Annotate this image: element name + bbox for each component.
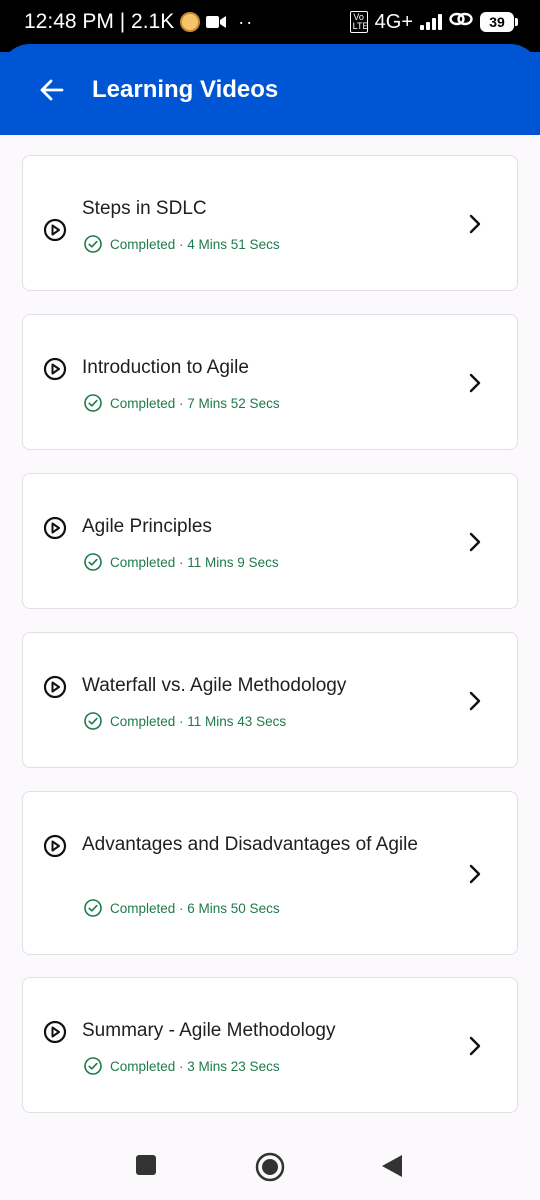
video-status: Completed · 11 Mins 43 Secs	[84, 712, 286, 730]
video-title: Waterfall vs. Agile Methodology	[82, 675, 347, 696]
video-status-text: Completed · 4 Mins 51 Secs	[110, 236, 280, 252]
play-circle-icon	[43, 357, 67, 381]
check-circle-icon	[84, 1057, 102, 1075]
chevron-right-icon	[469, 214, 481, 234]
check-circle-icon	[84, 235, 102, 253]
check-circle-icon	[84, 394, 102, 412]
triangle-back-icon	[382, 1155, 402, 1177]
video-status: Completed · 11 Mins 9 Secs	[84, 553, 279, 571]
video-status-text: Completed · 7 Mins 52 Secs	[110, 395, 280, 411]
check-circle-icon	[84, 712, 102, 730]
chevron-right-icon	[469, 691, 481, 711]
arrow-left-icon	[40, 79, 64, 101]
play-circle-icon	[43, 834, 67, 858]
video-title: Summary - Agile Methodology	[82, 1020, 336, 1041]
video-card[interactable]: Introduction to Agile Completed · 7 Mins…	[22, 314, 518, 450]
status-left: 12:48 PM | 2.1K ··	[24, 10, 254, 34]
volte-icon: Vo LTE	[349, 11, 368, 33]
recents-button[interactable]	[135, 1154, 157, 1176]
video-status-text: Completed · 11 Mins 43 Secs	[110, 713, 287, 729]
home-button[interactable]	[255, 1152, 285, 1182]
network-type: 4G+	[374, 10, 413, 33]
chevron-right-icon	[469, 1036, 481, 1056]
video-card[interactable]: Steps in SDLC Completed · 4 Mins 51 Secs	[22, 155, 518, 291]
more-notifications-icon: ··	[238, 11, 255, 32]
system-back-button[interactable]	[381, 1154, 403, 1178]
system-nav-bar	[0, 1132, 540, 1200]
video-list[interactable]: Steps in SDLC Completed · 4 Mins 51 Secs…	[0, 135, 540, 1200]
video-title: Steps in SDLC	[82, 198, 207, 219]
video-status-text: Completed · 3 Mins 23 Secs	[110, 1058, 280, 1074]
page-title: Learning Videos	[92, 76, 279, 103]
video-card[interactable]: Advantages and Disadvantages of Agile Co…	[22, 791, 518, 955]
app-bar: Learning Videos	[0, 44, 540, 136]
video-status-text: Completed · 11 Mins 9 Secs	[110, 554, 279, 570]
status-right: Vo LTE 4G+ 39	[349, 10, 518, 34]
link-icon	[449, 10, 473, 34]
check-circle-icon	[84, 553, 102, 571]
play-circle-icon	[43, 1020, 67, 1044]
battery-icon: 39	[480, 12, 518, 32]
chevron-right-icon	[469, 532, 481, 552]
video-status-text: Completed · 6 Mins 50 Secs	[110, 900, 280, 916]
video-title: Agile Principles	[82, 516, 212, 537]
status-time: 12:48 PM | 2.1K	[24, 10, 175, 33]
video-status: Completed · 6 Mins 50 Secs	[84, 899, 280, 917]
video-card[interactable]: Agile Principles Completed · 11 Mins 9 S…	[22, 473, 518, 609]
chevron-right-icon	[469, 373, 481, 393]
back-button[interactable]	[36, 74, 68, 106]
video-status: Completed · 4 Mins 51 Secs	[84, 235, 280, 253]
play-circle-icon	[43, 218, 67, 242]
video-status: Completed · 3 Mins 23 Secs	[84, 1057, 280, 1075]
video-card[interactable]: Summary - Agile Methodology Completed · …	[22, 977, 518, 1113]
video-status: Completed · 7 Mins 52 Secs	[84, 394, 280, 412]
video-title: Introduction to Agile	[82, 357, 249, 378]
video-camera-icon	[206, 15, 227, 29]
check-circle-icon	[84, 899, 102, 917]
signal-icon	[420, 14, 442, 30]
play-circle-icon	[43, 675, 67, 699]
play-circle-icon	[43, 516, 67, 540]
video-card[interactable]: Waterfall vs. Agile Methodology Complete…	[22, 632, 518, 768]
chevron-right-icon	[469, 864, 481, 884]
circle-home-icon	[255, 1152, 285, 1182]
video-title: Advantages and Disadvantages of Agile	[82, 834, 418, 855]
emoji-notification-icon	[180, 12, 201, 32]
square-icon	[136, 1155, 156, 1175]
